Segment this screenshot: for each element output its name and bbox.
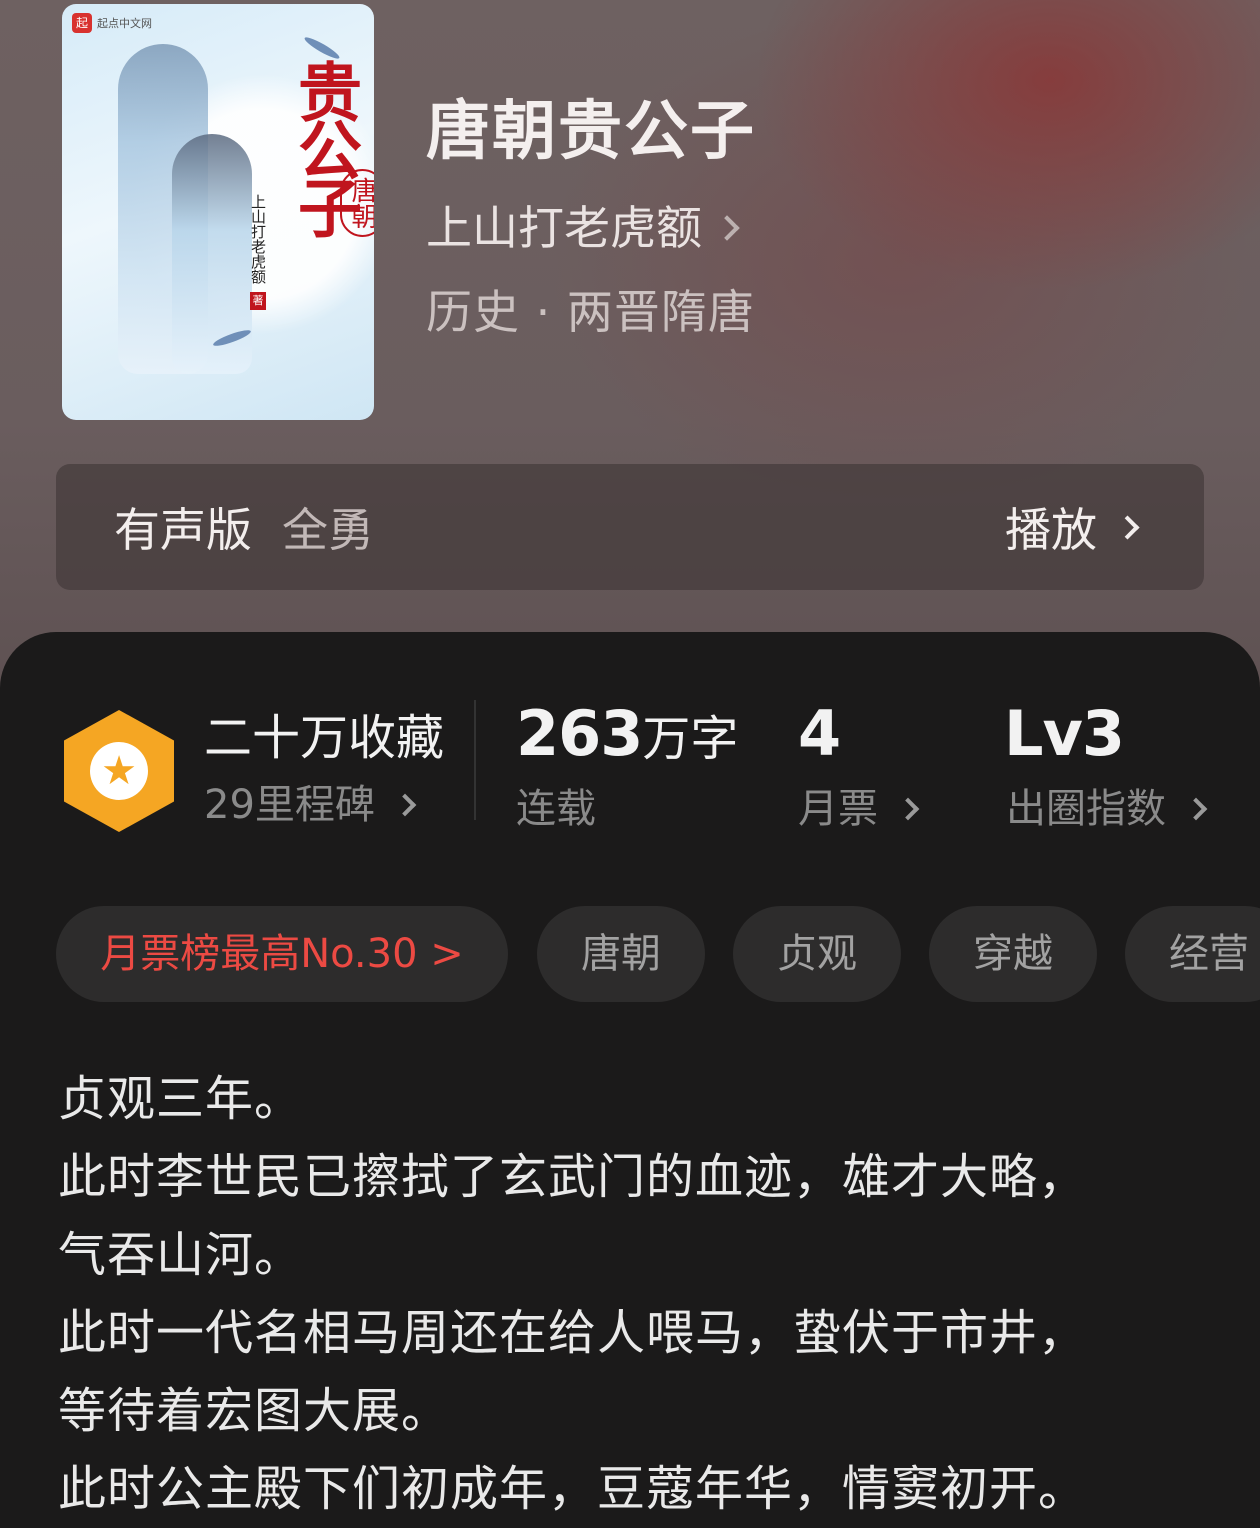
popularity-label-row: 出圈指数 <box>1006 782 1208 836</box>
serial-status: 连载 <box>516 786 596 832</box>
collection-title: 二十万收藏 <box>204 710 445 766</box>
milestone-label: 29里程碑 <box>204 782 375 828</box>
chevron-right-icon <box>714 215 740 241</box>
chevron-right-icon <box>1184 797 1208 821</box>
monthly-ticket-label: 月票 <box>798 786 878 832</box>
tag-chip[interactable]: 唐朝 <box>537 906 705 1002</box>
description-line: 气吞山河。 <box>58 1227 304 1283</box>
star-icon: ★ <box>90 742 148 800</box>
monthly-ticket-label-row: 月票 <box>798 782 920 836</box>
cover-bird <box>302 34 342 62</box>
popularity-label: 出圈指数 <box>1006 786 1166 832</box>
chevron-right-icon <box>393 793 417 817</box>
book-cover[interactable]: 起 起点中文网 贵公子 唐朝 上山打老虎额 著 <box>62 4 374 420</box>
tag-chip[interactable]: 经营 <box>1125 906 1260 1002</box>
monthly-ticket-count: 4 <box>798 702 841 771</box>
description-line: 此时一代名相马周还在给人喂马，蛰伏于市井， <box>58 1305 1088 1361</box>
author-link[interactable]: 上山打老虎额 <box>426 198 740 258</box>
cover-subtitle: 唐朝 <box>340 169 374 237</box>
tag-list: 月票榜最高No.30 > 唐朝 贞观 穿越 经营 <box>56 906 1260 1002</box>
popularity-level: Lv3 <box>1004 702 1125 771</box>
popularity-level-value: Lv3 <box>1004 697 1125 770</box>
chevron-right-icon <box>896 797 920 821</box>
word-count-value: 263 <box>516 697 643 770</box>
description-line: 等待着宏图大展。 <box>58 1383 451 1439</box>
chevron-right-icon <box>1115 514 1140 540</box>
description-line: 此时李世民已擦拭了玄武门的血迹，雄才大略， <box>58 1149 1088 1205</box>
audio-version-bar[interactable]: 有声版 全勇 播放 <box>56 464 1204 590</box>
publisher-name: 起点中文网 <box>97 17 152 30</box>
stats-divider <box>474 700 476 820</box>
play-button[interactable]: 播放 <box>1005 494 1140 560</box>
audio-narrator: 全勇 <box>282 503 374 557</box>
publisher-logo-icon: 起 <box>72 13 92 33</box>
cover-seal: 著 <box>250 292 266 310</box>
tag-chip[interactable]: 贞观 <box>733 906 901 1002</box>
word-count-unit: 万字 <box>642 711 739 767</box>
collection-milestone: 29里程碑 <box>204 778 417 832</box>
rank-tag[interactable]: 月票榜最高No.30 > <box>56 906 508 1002</box>
play-label: 播放 <box>1005 503 1097 557</box>
book-title: 唐朝贵公子 <box>426 94 756 169</box>
tag-chip[interactable]: 穿越 <box>929 906 1097 1002</box>
word-count: 263万字 <box>516 702 738 771</box>
description-line: 贞观三年。 <box>58 1071 304 1127</box>
cover-author: 上山打老虎额 <box>249 194 267 284</box>
collection-badge-content: ★ <box>64 710 174 832</box>
book-description[interactable]: 贞观三年。 此时李世民已擦拭了玄武门的血迹，雄才大略， 气吞山河。 此时一代名相… <box>58 1060 1208 1528</box>
book-genre: 历史 · 两晋隋唐 <box>426 285 755 339</box>
cover-publisher: 起 起点中文网 <box>72 12 152 34</box>
monthly-ticket-value: 4 <box>798 697 841 770</box>
author-name: 上山打老虎额 <box>426 201 702 255</box>
audio-label: 有声版 <box>114 503 252 557</box>
description-line: 此时公主殿下们初成年，豆蔻年华，情窦初开。 <box>58 1461 1088 1517</box>
